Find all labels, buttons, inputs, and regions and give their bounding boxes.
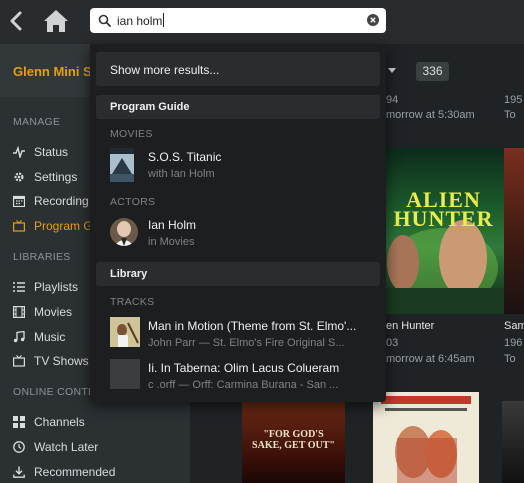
search-input[interactable]: ian holm (90, 8, 386, 33)
back-arrow-icon[interactable] (7, 10, 27, 32)
movie-title[interactable]: en Hunter (386, 320, 434, 332)
movie-year: 196 (504, 337, 523, 349)
item-year: 195 (504, 94, 523, 106)
server-name: Glenn Mini S (13, 64, 92, 79)
section-libraries: LIBRARIES (13, 251, 71, 263)
poster-artwork (381, 396, 471, 483)
category-movies: MOVIES (110, 128, 153, 140)
item-count-badge: 336 (416, 62, 449, 81)
movie-thumbnail (110, 148, 134, 182)
list-icon (13, 282, 25, 292)
movie-poster[interactable]: ALIEN HUNTER (383, 148, 504, 314)
search-value: ian holm (117, 13, 165, 28)
grid-icon (13, 416, 25, 428)
item-airing-time: To (504, 353, 516, 365)
movie-year: 03 (386, 337, 399, 349)
search-result-track[interactable]: Ii. In Taberna: Olim Lacus Colueram c .o… (110, 359, 374, 393)
group-header-library: Library (96, 262, 380, 286)
clear-icon[interactable] (367, 14, 379, 26)
film-icon (13, 306, 25, 318)
movie-poster[interactable]: "FOR GOD'S SAKE, GET OUT" (242, 401, 345, 483)
search-result-movie[interactable]: S.O.S. Titanic with Ian Holm (110, 148, 374, 182)
item-airing-time: morrow at 6:45am (386, 353, 475, 365)
album-art-placeholder (110, 359, 140, 389)
search-results-dropdown: Show more results... Program Guide MOVIE… (90, 44, 386, 402)
poster-title: ALIEN HUNTER (393, 187, 494, 231)
section-manage: MANAGE (13, 116, 61, 128)
category-tracks: TRACKS (110, 296, 155, 308)
sidebar-item-recommended[interactable]: Recommended (13, 463, 183, 481)
activity-icon (13, 146, 25, 158)
movie-poster[interactable] (373, 392, 479, 483)
movie-title[interactable]: Sam (504, 320, 524, 332)
search-result-track[interactable]: Man in Motion (Theme from St. Elmo'... J… (110, 317, 374, 351)
poster-title: "FOR GOD'S SAKE, GET OUT" (252, 429, 335, 451)
home-icon[interactable] (43, 9, 69, 33)
item-year: 94 (386, 94, 399, 106)
avatar (110, 218, 138, 246)
movie-poster[interactable] (502, 401, 524, 483)
sidebar-item-watch-later[interactable]: Watch Later (13, 438, 183, 456)
tv-icon (13, 355, 25, 367)
search-icon (98, 14, 111, 27)
chevron-down-icon[interactable] (388, 68, 396, 73)
download-icon (13, 466, 25, 478)
item-airing-time: morrow at 5:30am (386, 109, 475, 121)
gear-icon (14, 172, 24, 182)
album-art (110, 317, 140, 347)
show-more-results-button[interactable]: Show more results... (96, 52, 380, 86)
top-bar: ian holm (0, 0, 524, 44)
tv-icon (13, 220, 25, 232)
category-actors: ACTORS (110, 196, 156, 208)
poster-artwork (383, 220, 504, 314)
music-note-icon (13, 331, 25, 343)
search-result-actor[interactable]: Ian Holm in Movies (110, 216, 374, 250)
group-header-program-guide: Program Guide (96, 95, 380, 119)
movie-poster[interactable] (504, 148, 524, 314)
sidebar-item-channels[interactable]: Channels (13, 413, 183, 431)
calendar-icon (13, 195, 25, 207)
clock-icon (13, 441, 25, 453)
item-airing-time: To (504, 109, 516, 121)
